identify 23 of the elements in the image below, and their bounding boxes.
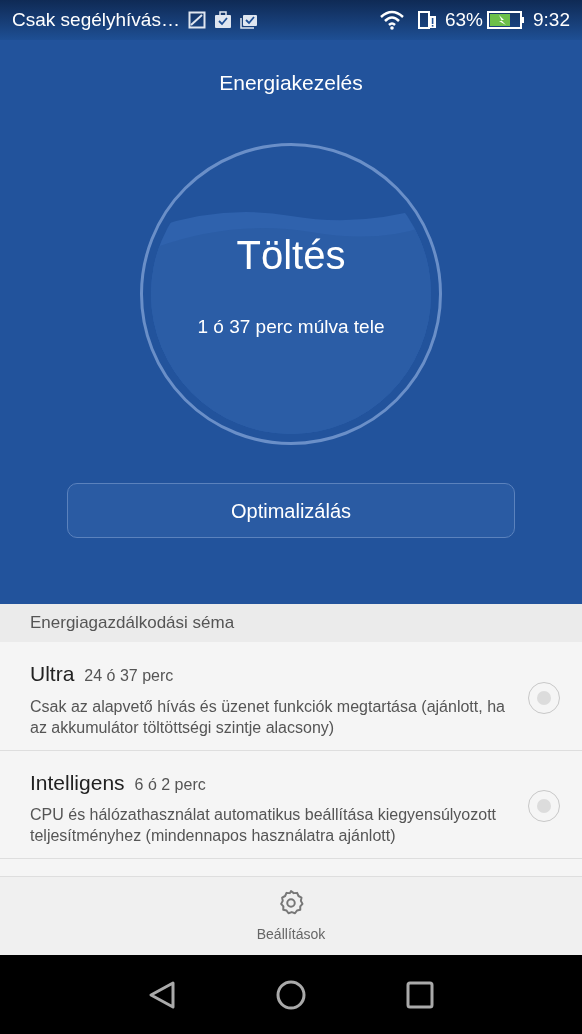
sim-alert-icon	[417, 9, 437, 30]
settings-button[interactable]: Beállítások	[256, 887, 326, 945]
mode-description: Csak az alapvető hívás és üzenet funkciók megtartása (ajánlott, ha az akkumulátor töltöttségi szintje alacsony)	[30, 696, 506, 738]
time-to-full: 1 ó 37 perc múlva tele	[197, 315, 385, 339]
optimize-button[interactable]: Optimalizálás	[67, 483, 515, 539]
notification-text: Csak segélyhívás…	[12, 7, 180, 32]
mode-duration: 6 ó 2 perc	[134, 774, 206, 795]
battery-charging-icon	[487, 9, 525, 30]
mode-description: CPU és hálózathasználat automatikus beállítása kiegyensúlyozott teljesítményhez (mindennapos használatra ajánlott)	[30, 805, 498, 847]
image-icon	[187, 10, 206, 29]
briefcase-check-icon	[213, 10, 232, 29]
mode-duration: 24 ó 37 perc	[84, 666, 174, 687]
back-icon[interactable]	[148, 979, 176, 1010]
battery-percent: 63%	[445, 7, 483, 32]
charge-state: Töltés	[236, 232, 346, 279]
page-title: Energiakezelés	[219, 69, 363, 96]
mode-name: Intelligens	[30, 769, 125, 796]
clock: 9:32	[533, 7, 570, 32]
home-icon[interactable]	[276, 979, 306, 1010]
recents-icon[interactable]	[406, 980, 434, 1009]
wifi-icon	[379, 9, 405, 30]
mode-name: Ultra	[30, 661, 75, 688]
section-header: Energiagazdálkodási séma	[0, 604, 582, 643]
